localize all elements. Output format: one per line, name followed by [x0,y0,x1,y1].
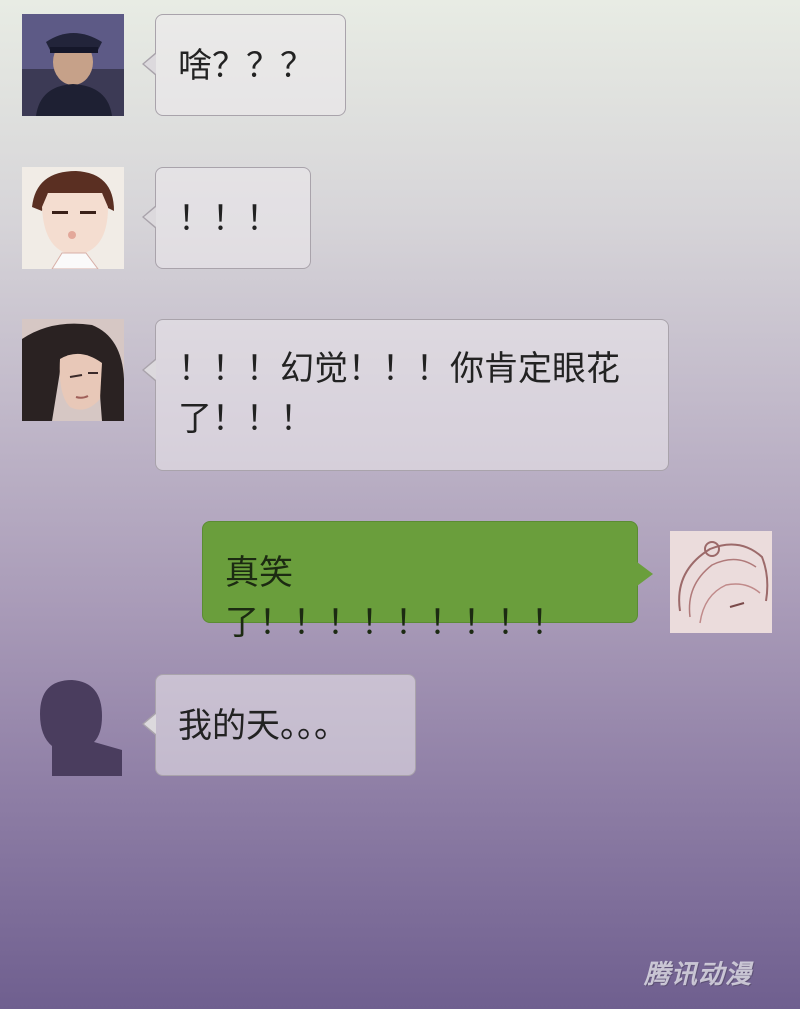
message-bubble[interactable]: ！！！幻觉！！！你肯定眼花 了！！！ [142,319,669,471]
message-text: 我的天。。。 [178,706,348,746]
bubble-tail [142,358,156,382]
bubble-tail [142,52,156,76]
message-bubble[interactable]: ！！！ [142,167,311,269]
officer-cap-avatar[interactable] [22,14,124,116]
message-bubble[interactable]: 我的天。。。 [142,674,416,776]
silhouette-avatar[interactable] [22,674,124,776]
bubble-tail [142,712,156,736]
bubble-tail [637,562,653,586]
message-text: 真笑了！！！！！！！！！ [225,553,565,643]
message-text: ！！！ [178,199,280,239]
message-text: ！！！幻觉！！！你肯定眼花 了！！！ [178,349,620,439]
long-hair-avatar[interactable] [22,319,124,421]
message-bubble[interactable]: 啥？？？ [142,14,346,116]
message-text: 啥？？？ [178,46,314,86]
sent-message-bubble[interactable]: 真笑了！！！！！！！！！ [202,521,653,643]
bubble-tail [142,205,156,229]
watermark-logo: 腾讯动漫 [643,960,752,990]
sketch-girl-avatar[interactable] [670,531,772,633]
chibi-boy-avatar[interactable] [22,167,124,269]
